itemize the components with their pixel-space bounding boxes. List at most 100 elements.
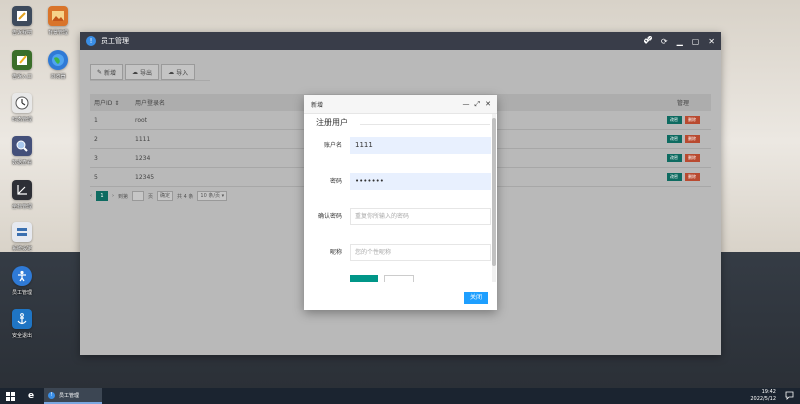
dialog-content: 注册用户 账户名 1111 密码 ••••••• 确认密码 重复你所输入的密码 … [304, 114, 497, 282]
delete-button[interactable]: 删除 [684, 173, 700, 181]
picture-icon [48, 6, 68, 26]
toolbar: ✎ 新增 ☁ 导出 ☁ 导入 [90, 64, 210, 81]
reset-button[interactable] [384, 275, 414, 282]
form-legend: 注册用户 [316, 118, 348, 127]
taskbar: e ! 员工管理 19:42 2022/5/12 [0, 388, 800, 404]
edit-icon: ✎ [97, 68, 103, 76]
form-row-nickname: 昵称 您的个性昵称 [304, 244, 494, 261]
desktop-icon-employee[interactable]: 员工管理 [0, 266, 44, 296]
nickname-input[interactable]: 您的个性昵称 [350, 244, 491, 261]
link-icon[interactable] [643, 35, 653, 46]
dialog-scrollbar-thumb[interactable] [492, 118, 496, 266]
page-input[interactable] [132, 191, 145, 201]
desktop-icon-label: 时态管理 [11, 117, 32, 123]
field-label: 确认密码 [317, 213, 342, 220]
windows-start-icon[interactable] [0, 388, 20, 404]
form-row-confirm-password: 确认密码 重复你所输入的密码 [304, 208, 494, 225]
cloud-download-icon: ☁ [132, 68, 139, 76]
cell-actions: 改密 删除 [656, 167, 711, 187]
form-row-account: 账户名 1111 [304, 137, 494, 154]
delete-button[interactable]: 删除 [684, 135, 700, 143]
app-info-icon: ! [86, 36, 96, 46]
submit-button[interactable] [350, 275, 378, 282]
page-size-value: 10 条/页 [200, 193, 221, 199]
column-header-manage: 管理 [656, 94, 711, 111]
desktop-icon-background[interactable]: 背景管理 [36, 6, 80, 36]
confirm-password-input[interactable]: 重复你所输入的密码 [350, 208, 491, 225]
change-password-button[interactable]: 改密 [666, 154, 682, 162]
minimize-icon[interactable]: — [463, 100, 470, 108]
desktop-icon-logout[interactable]: 安全退出 [0, 309, 44, 339]
delete-button[interactable]: 删除 [684, 154, 700, 162]
goto-label: 到第 [118, 193, 129, 200]
desktop-icon-label: 安全退出 [11, 333, 32, 339]
export-button[interactable]: ☁ 导出 [125, 64, 160, 80]
cell-actions: 改密 删除 [656, 129, 711, 149]
field-label: 账户名 [323, 142, 342, 149]
cell-actions: 改密 删除 [656, 111, 711, 130]
cell-actions: 改密 删除 [656, 148, 711, 168]
desktop-icon-axis[interactable]: 坐标管理 [0, 180, 44, 210]
change-password-button[interactable]: 改密 [666, 116, 682, 124]
sort-icon[interactable]: ⇕ [114, 100, 119, 107]
add-button-label: 新增 [104, 69, 117, 77]
desktop-icon-label: 员工管理 [11, 290, 32, 296]
dialog-title: 新增 [311, 101, 324, 109]
pencil-icon [12, 50, 32, 70]
password-input[interactable]: ••••••• [350, 173, 491, 190]
legend-divider [360, 124, 490, 125]
minimize-icon[interactable]: ▁ [677, 37, 683, 46]
cell-id: 5 [90, 167, 131, 187]
desktop-icon-label: 数据查看 [11, 160, 32, 166]
delete-button[interactable]: 删除 [684, 116, 700, 124]
dialog-footer: 关闭 [304, 288, 497, 310]
desktop-icon-clock[interactable]: 时态管理 [0, 93, 44, 123]
prev-page-icon[interactable]: ‹ [90, 193, 92, 199]
taskbar-clock[interactable]: 19:42 2022/5/12 [750, 389, 776, 403]
field-label: 昵称 [329, 249, 342, 256]
import-button[interactable]: ☁ 导入 [161, 64, 196, 80]
cell-id: 3 [90, 148, 131, 168]
close-button[interactable]: 关闭 [464, 292, 488, 304]
change-password-button[interactable]: 改密 [666, 173, 682, 181]
browser-ie-icon[interactable]: e [20, 388, 42, 404]
desktop-icon-data[interactable]: 数据查看 [0, 136, 44, 166]
settings-panel-icon [12, 222, 32, 242]
column-header-id[interactable]: 用户ID ⇕ [90, 94, 131, 111]
dialog-titlebar[interactable]: 新增 — ⤢ ✕ [304, 95, 497, 114]
person-icon [12, 266, 32, 286]
refresh-icon[interactable]: ⟳ [661, 37, 668, 46]
page-unit: 页 [148, 193, 154, 200]
change-password-button[interactable]: 改密 [666, 135, 682, 143]
window-title: 员工管理 [101, 37, 129, 45]
desktop-icon-settings[interactable]: 系统设定 [0, 222, 44, 252]
chevron-down-icon: ▾ [221, 193, 225, 199]
close-icon[interactable]: ✕ [708, 37, 715, 46]
goto-confirm-button[interactable]: 确定 [157, 191, 174, 201]
import-button-label: 导入 [176, 69, 189, 77]
taskbar-item-label: 员工管理 [59, 392, 80, 399]
maximize-icon[interactable]: ⤢ [475, 100, 481, 109]
desktop-icon-browser[interactable]: 浏览器 [36, 50, 80, 80]
notepad-icon [12, 6, 32, 26]
next-page-icon[interactable]: › [112, 193, 114, 199]
current-page[interactable]: 1 [96, 191, 108, 201]
window-titlebar[interactable]: ! 员工管理 ⟳ ▁ ▢ ✕ [80, 32, 721, 50]
close-icon[interactable]: ✕ [485, 100, 491, 108]
clock-icon [12, 93, 32, 113]
add-button[interactable]: ✎ 新增 [90, 64, 124, 80]
notification-icon[interactable] [785, 391, 794, 400]
desktop-icon-label: 坐标管理 [11, 204, 32, 210]
desktop-icon-label: 背景管理 [47, 30, 68, 36]
field-label: 密码 [329, 178, 342, 185]
cloud-upload-icon: ☁ [168, 68, 175, 76]
page-size-select[interactable]: 10 条/页 ▾ [197, 191, 228, 201]
taskbar-item-employee[interactable]: ! 员工管理 [44, 388, 102, 404]
account-input[interactable]: 1111 [350, 137, 491, 154]
column-header-label: 用户ID [94, 100, 113, 107]
desktop-icon-label: 系统设定 [11, 246, 32, 252]
anchor-icon [12, 309, 32, 329]
maximize-icon[interactable]: ▢ [692, 37, 700, 46]
total-count: 共 4 条 [177, 193, 194, 200]
desktop-icon-label: 浏览器 [50, 74, 66, 80]
